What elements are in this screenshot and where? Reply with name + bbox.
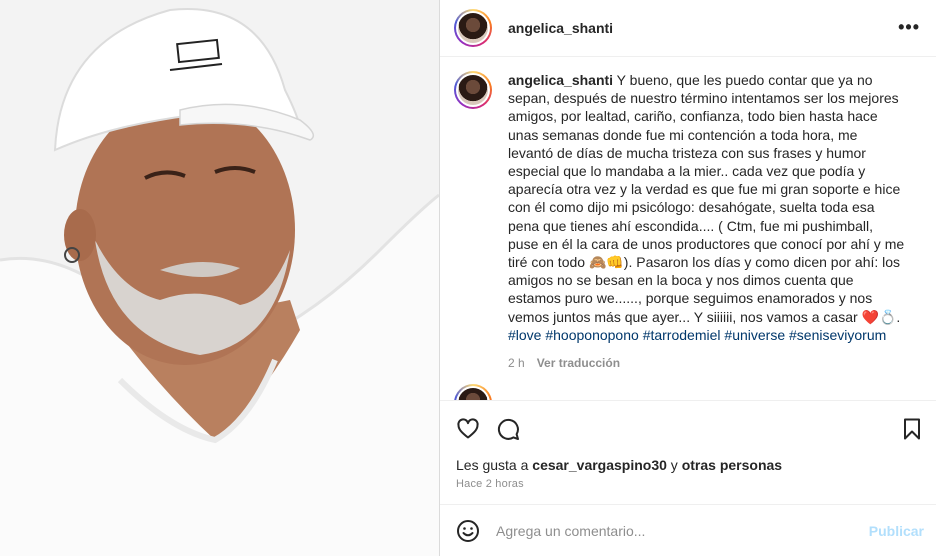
heart-icon[interactable] — [456, 417, 480, 441]
caption-avatar[interactable] — [454, 71, 492, 109]
caption-body: angelica_shanti Y bueno, que les puedo c… — [508, 71, 906, 370]
avatar[interactable] — [454, 9, 492, 47]
post-timestamp: Hace 2 horas — [456, 478, 524, 490]
bookmark-icon[interactable] — [900, 417, 924, 441]
caption-meta: 2 h Ver traducción — [508, 356, 906, 370]
caption-message: Y bueno, que les puedo contar que ya no … — [508, 72, 909, 325]
caption-age: 2 h — [508, 356, 525, 371]
comments-section: angelica_shanti Y bueno, que les puedo c… — [440, 58, 936, 400]
hashtag-love[interactable]: #love — [508, 327, 541, 343]
likes-prefix: Les gusta a — [456, 457, 533, 473]
man-portrait-image — [0, 0, 439, 556]
add-comment-bar: Publicar — [440, 504, 936, 556]
post-photo — [0, 0, 439, 556]
likes-user[interactable]: cesar_vargaspino30 — [532, 457, 667, 473]
next-comment-partial — [454, 384, 808, 400]
more-icon[interactable]: ••• — [898, 18, 920, 36]
post-panel: angelica_shanti ••• angelica_shanti Y bu… — [440, 0, 936, 556]
comment-icon[interactable] — [496, 417, 520, 441]
likes-summary: Les gusta a cesar_vargaspino30 y otras p… — [456, 457, 782, 473]
hashtag-hooponopono[interactable]: #hooponopono — [545, 327, 638, 343]
caption-text: angelica_shanti Y bueno, que les puedo c… — [508, 71, 906, 344]
smiley-icon[interactable] — [456, 519, 480, 543]
hashtag-tarrodemiel[interactable]: #tarrodemiel — [643, 327, 721, 343]
post-header: angelica_shanti ••• — [440, 0, 936, 57]
header-username[interactable]: angelica_shanti — [508, 20, 613, 36]
next-comment-avatar[interactable] — [454, 384, 492, 400]
likes-middle: y — [666, 457, 682, 473]
action-bar — [440, 400, 936, 457]
publish-button[interactable]: Publicar — [869, 523, 924, 539]
comment-input[interactable] — [496, 522, 856, 539]
caption: angelica_shanti Y bueno, que les puedo c… — [454, 71, 906, 370]
hashtag-universe[interactable]: #universe — [724, 327, 785, 343]
hashtag-seniseviyorum[interactable]: #seniseviyorum — [789, 327, 886, 343]
translate-link[interactable]: Ver traducción — [537, 356, 620, 370]
likes-others[interactable]: otras personas — [682, 457, 782, 473]
caption-username[interactable]: angelica_shanti — [508, 72, 613, 88]
